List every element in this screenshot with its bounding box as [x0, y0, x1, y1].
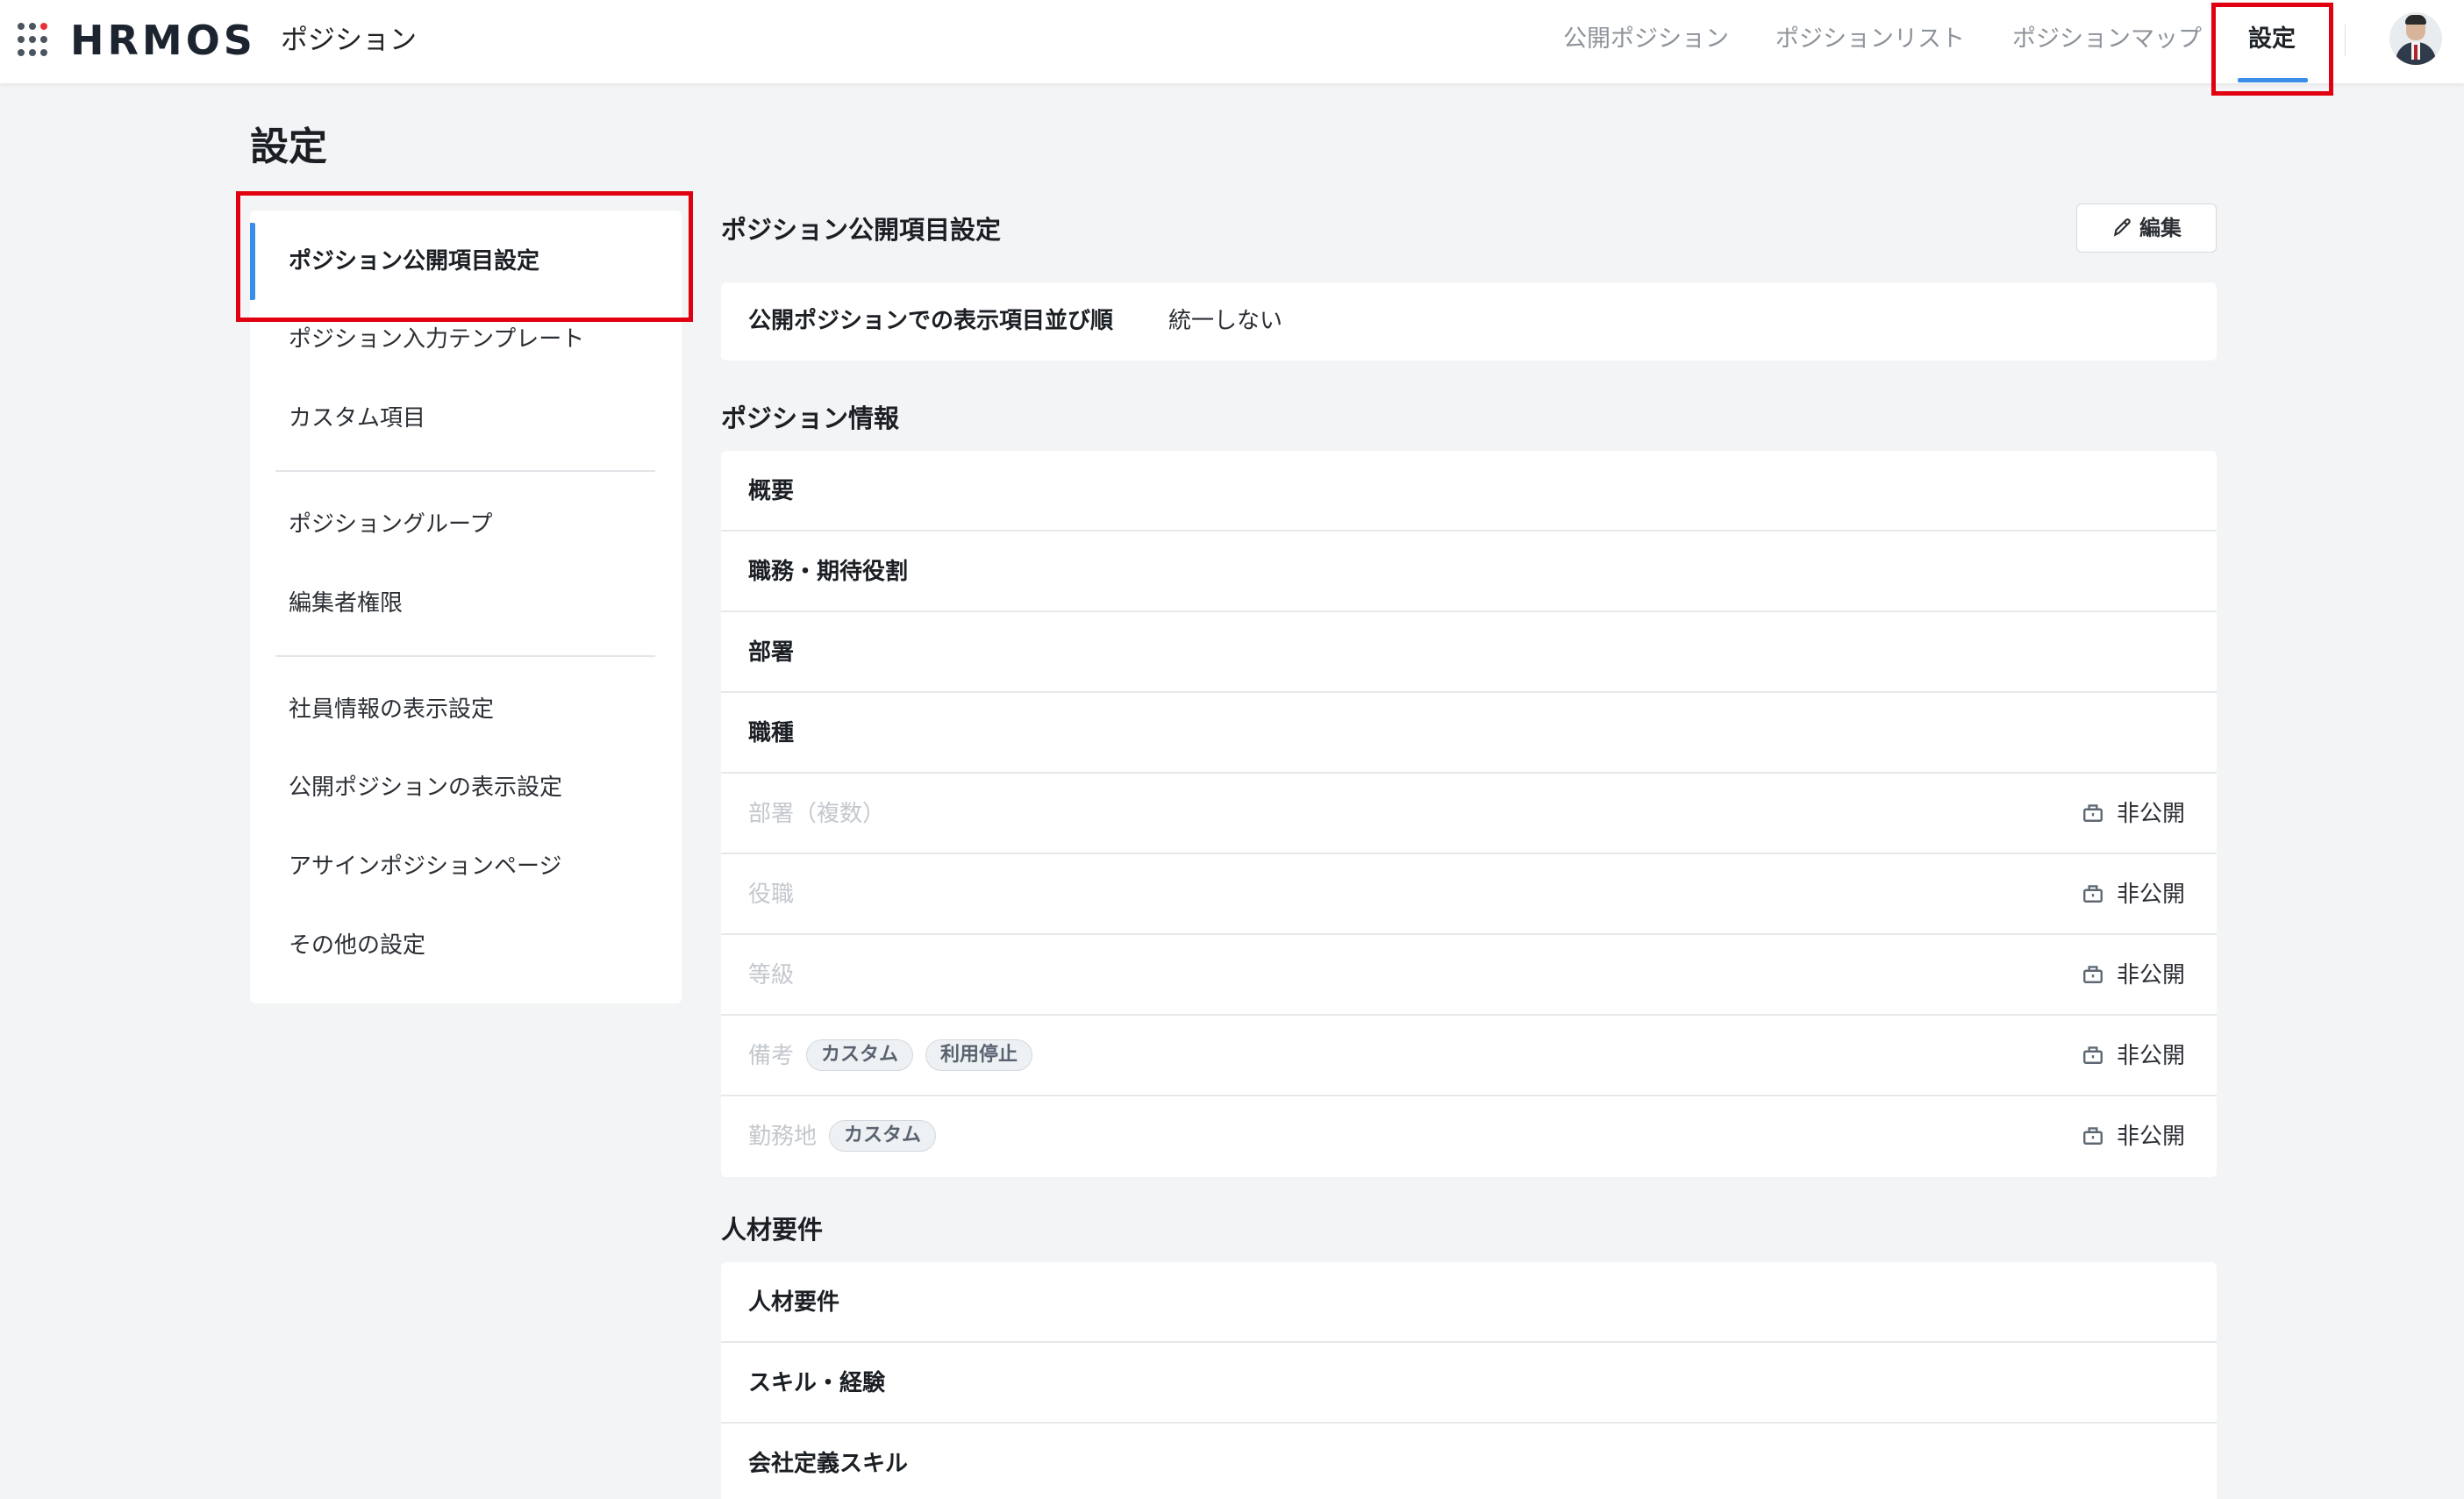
field-label: 等級	[748, 958, 794, 993]
lock-icon	[2083, 884, 2103, 903]
nav-active-indicator	[2238, 78, 2308, 82]
field-label: 役職	[748, 877, 794, 912]
field-label-text: 会社定義スキル	[748, 1451, 909, 1477]
field-label: 概要	[748, 474, 794, 509]
field-visibility-text: 非公開	[2116, 1043, 2185, 1069]
nav-divider	[2345, 25, 2346, 56]
field-visibility-status: 非公開	[2082, 796, 2185, 832]
field-label-text: 等級	[748, 962, 795, 989]
field-row: 会社定義スキル	[721, 1424, 2217, 1499]
field-row: 部署	[721, 612, 2217, 693]
side-menu-divider	[275, 655, 655, 657]
main-section-title: ポジション公開項目設定	[721, 215, 1002, 245]
lock-icon	[2083, 1046, 2103, 1064]
side-item-public-position-display[interactable]: 公開ポジションの表示設定	[289, 770, 562, 805]
lock-icon	[2083, 1126, 2103, 1145]
nav-settings[interactable]: 設定	[2248, 0, 2296, 83]
field-label-text: 役職	[748, 882, 795, 908]
hrmos-logo[interactable]: HRMOS	[70, 12, 256, 68]
field-label: 部署（複数）	[748, 796, 885, 832]
nav-position-list[interactable]: ポジションリスト	[1775, 0, 1965, 83]
side-item-position-public-fields[interactable]: ポジション公開項目設定	[289, 244, 539, 279]
field-label-text: 職務・期待役割	[748, 559, 909, 585]
field-label: 備考 カスタム 利用停止	[748, 1039, 1033, 1074]
side-item-employee-display[interactable]: 社員情報の表示設定	[289, 692, 494, 727]
edit-button-label: 編集	[2139, 216, 2182, 240]
field-label: スキル・経験	[748, 1366, 885, 1401]
section-title-position-info: ポジション情報	[721, 403, 900, 433]
field-row: 役職 非公開	[721, 854, 2217, 935]
display-order-value: 統一しない	[1168, 308, 1283, 334]
field-visibility-status: 非公開	[2082, 958, 2185, 993]
settings-side-menu: ポジション公開項目設定 ポジション入力テンプレート カスタム項目 ポジショングル…	[250, 211, 682, 1003]
nav-position-map[interactable]: ポジションマップ	[2012, 0, 2202, 83]
field-label: 職務・期待役割	[748, 554, 908, 589]
field-visibility-status: 非公開	[2082, 1119, 2185, 1154]
field-row: 職種	[721, 693, 2217, 774]
app-switcher-icon[interactable]	[18, 23, 53, 58]
position-info-field-list: 概要 職務・期待役割 部署 職種 部署（複数） 非公開 役職 非公開 等級 非公開 備考 カスタム 利用…	[721, 451, 2217, 1177]
field-row: 部署（複数） 非公開	[721, 774, 2217, 854]
user-avatar[interactable]	[2389, 12, 2442, 65]
field-label: 会社定義スキル	[748, 1446, 908, 1481]
field-label-text: スキル・経験	[748, 1370, 886, 1396]
field-visibility-text: 非公開	[2116, 962, 2185, 989]
talent-requirements-field-list: 人材要件スキル・経験 会社定義スキル	[721, 1262, 2217, 1499]
side-item-other-settings[interactable]: その他の設定	[289, 928, 425, 963]
field-label-text: 人材要件	[748, 1289, 840, 1316]
field-label: 部署	[748, 635, 794, 670]
field-label-text: 職種	[748, 720, 795, 746]
pencil-icon	[2113, 218, 2131, 237]
field-label: 職種	[748, 716, 794, 751]
lock-icon	[2083, 965, 2103, 983]
field-label-text: 概要	[748, 478, 795, 504]
top-header: HRMOS ポジション 公開ポジション ポジションリスト ポジションマップ 設定	[0, 0, 2464, 83]
field-row: 人材要件	[721, 1262, 2217, 1343]
field-visibility-text: 非公開	[2116, 882, 2185, 908]
display-order-setting: 公開ポジションでの表示項目並び順 統一しない	[721, 282, 2217, 360]
field-label: 勤務地 カスタム	[748, 1119, 937, 1154]
field-visibility-text: 非公開	[2116, 801, 2185, 827]
field-label: 人材要件	[748, 1285, 839, 1320]
field-label-text: 勤務地	[748, 1124, 818, 1150]
side-item-position-group[interactable]: ポジショングループ	[289, 507, 492, 542]
field-row: 備考 カスタム 利用停止 非公開	[721, 1016, 2217, 1096]
field-visibility-status: 非公開	[2082, 877, 2185, 912]
field-label-text: 部署	[748, 639, 795, 666]
display-order-label: 公開ポジションでの表示項目並び順	[748, 308, 1114, 334]
field-tag: カスタム	[806, 1039, 914, 1071]
field-label-text: 備考	[748, 1043, 795, 1069]
field-row: スキル・経験	[721, 1343, 2217, 1424]
field-visibility-status: 非公開	[2082, 1039, 2185, 1074]
side-item-assign-position-page[interactable]: アサインポジションページ	[289, 849, 561, 884]
side-item-input-template[interactable]: ポジション入力テンプレート	[289, 322, 584, 357]
lock-icon	[2083, 803, 2103, 822]
field-row: 勤務地 カスタム 非公開	[721, 1096, 2217, 1177]
edit-button[interactable]: 編集	[2076, 203, 2217, 253]
field-row: 概要	[721, 451, 2217, 532]
field-tag: カスタム	[829, 1119, 937, 1152]
side-item-custom-fields[interactable]: カスタム項目	[289, 401, 425, 436]
field-visibility-text: 非公開	[2116, 1124, 2185, 1150]
field-tag: 利用停止	[925, 1039, 1033, 1071]
side-menu-divider	[275, 470, 655, 472]
side-menu-active-indicator	[250, 223, 255, 300]
nav-public-positions[interactable]: 公開ポジション	[1563, 0, 1729, 83]
field-row: 等級 非公開	[721, 935, 2217, 1016]
field-label-text: 部署（複数）	[748, 801, 886, 827]
side-item-editor-permissions[interactable]: 編集者権限	[289, 586, 403, 621]
page-title: 設定	[250, 125, 327, 169]
section-title-talent-requirements: 人材要件	[721, 1215, 824, 1245]
product-name: ポジション	[281, 25, 417, 56]
field-row: 職務・期待役割	[721, 532, 2217, 612]
